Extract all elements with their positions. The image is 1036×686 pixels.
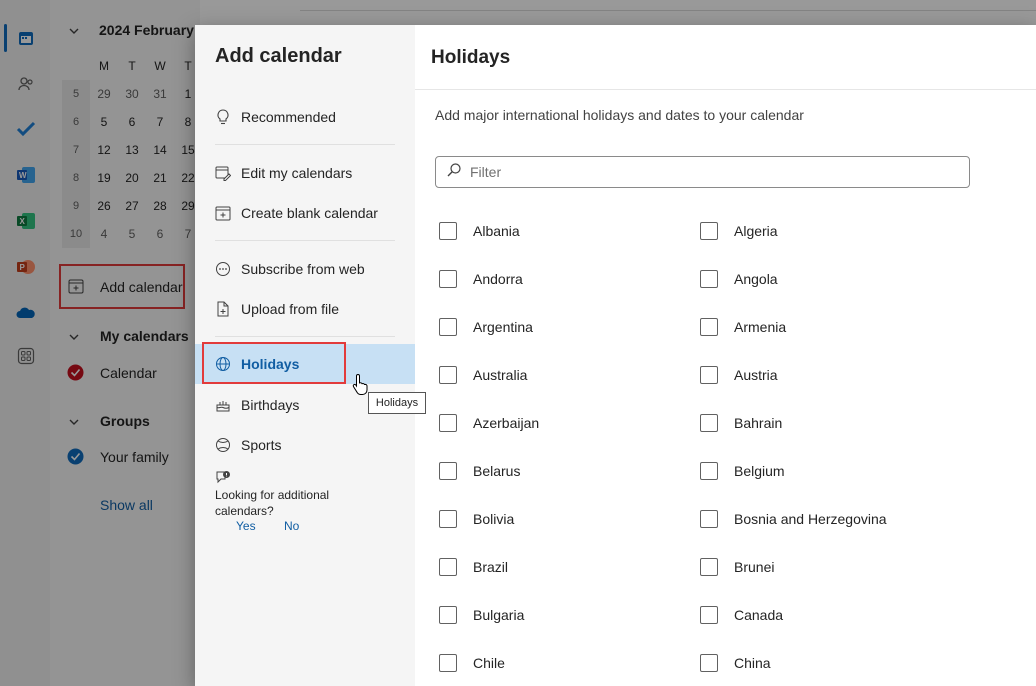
country-label: Argentina <box>473 319 533 335</box>
country-checkbox-item[interactable]: Belgium <box>700 459 785 483</box>
nav-item-sports[interactable]: Sports <box>195 425 415 465</box>
checkbox[interactable] <box>700 462 718 480</box>
country-label: Azerbaijan <box>473 415 540 431</box>
nav-item-label: Recommended <box>241 109 336 125</box>
cake-icon <box>215 397 231 413</box>
country-label: Angola <box>734 271 778 287</box>
sports-ball-icon <box>215 437 231 453</box>
nav-item-recommended[interactable]: Recommended <box>195 97 415 137</box>
checkbox[interactable] <box>439 222 457 240</box>
country-label: Bahrain <box>734 415 783 431</box>
dialog-title: Add calendar <box>215 45 342 67</box>
checkbox[interactable] <box>439 462 457 480</box>
content-title: Holidays <box>431 47 511 68</box>
country-checkbox-item[interactable]: Belarus <box>439 459 520 483</box>
country-checkbox-item[interactable]: Brazil <box>439 555 508 579</box>
add-calendar-dialog: Add calendar Recommended Edit my calenda… <box>195 25 1036 686</box>
holidays-tooltip: Holidays <box>368 392 426 414</box>
checkbox[interactable] <box>700 558 718 576</box>
country-checkbox-item[interactable]: Andorra <box>439 267 523 291</box>
country-checkbox-item[interactable]: Brunei <box>700 555 774 579</box>
nav-divider <box>215 144 395 145</box>
nav-item-upload-file[interactable]: Upload from file <box>195 289 415 329</box>
checkbox[interactable] <box>700 414 718 432</box>
checkbox[interactable] <box>700 222 718 240</box>
feedback-no-link[interactable]: No <box>284 519 299 533</box>
nav-item-create-blank[interactable]: Create blank calendar <box>195 193 415 233</box>
country-label: Armenia <box>734 319 787 335</box>
highlight-box-holidays <box>202 342 346 384</box>
nav-item-label: Create blank calendar <box>241 205 378 221</box>
country-label: Belgium <box>734 463 785 479</box>
checkbox[interactable] <box>700 606 718 624</box>
country-checkbox-item[interactable]: Algeria <box>700 219 778 243</box>
lightbulb-icon <box>215 109 231 125</box>
country-checkbox-item[interactable]: Bulgaria <box>439 603 524 627</box>
filter-field[interactable] <box>435 156 970 188</box>
file-upload-icon <box>215 301 231 317</box>
checkbox[interactable] <box>439 558 457 576</box>
country-label: Chile <box>473 655 505 671</box>
country-checkbox-item[interactable]: Argentina <box>439 315 533 339</box>
country-checkbox-item[interactable]: Bolivia <box>439 507 514 531</box>
country-checkbox-item[interactable]: Armenia <box>700 315 786 339</box>
search-icon <box>446 162 462 183</box>
country-checkbox-item[interactable]: Australia <box>439 363 527 387</box>
checkbox[interactable] <box>700 366 718 384</box>
country-label: Bulgaria <box>473 607 525 623</box>
country-label: Brazil <box>473 559 509 575</box>
hand-cursor-icon <box>352 373 370 400</box>
dialog-nav: Add calendar Recommended Edit my calenda… <box>195 25 415 686</box>
country-label: Bosnia and Herzegovina <box>734 511 887 527</box>
country-label: China <box>734 655 771 671</box>
country-checkbox-item[interactable]: Austria <box>700 363 778 387</box>
country-label: Australia <box>473 367 528 383</box>
feedback-question: Looking for additional calendars? <box>215 488 330 518</box>
country-label: Brunei <box>734 559 775 575</box>
country-checkbox-item[interactable]: Canada <box>700 603 783 627</box>
country-checkbox-item[interactable]: Bosnia and Herzegovina <box>700 507 887 531</box>
nav-item-label: Upload from file <box>241 301 340 317</box>
filter-input[interactable] <box>468 163 952 181</box>
checkbox[interactable] <box>439 366 457 384</box>
content-header: Holidays <box>415 25 1036 90</box>
country-checkbox-item[interactable]: Bahrain <box>700 411 782 435</box>
nav-item-label: Sports <box>241 437 282 453</box>
checkbox[interactable] <box>439 510 457 528</box>
holidays-description: Add major international holidays and dat… <box>435 107 804 123</box>
checkbox[interactable] <box>439 318 457 336</box>
nav-item-label: Birthdays <box>241 397 300 413</box>
country-label: Austria <box>734 367 778 383</box>
checkbox[interactable] <box>700 510 718 528</box>
nav-divider <box>215 240 395 241</box>
add-calendar-icon <box>215 205 231 221</box>
nav-item-edit-my-calendars[interactable]: Edit my calendars <box>195 153 415 193</box>
edit-calendar-icon <box>215 165 231 181</box>
nav-divider <box>215 336 395 337</box>
nav-item-label: Edit my calendars <box>241 165 353 181</box>
country-checkbox-item[interactable]: Albania <box>439 219 520 243</box>
subscribe-icon <box>215 261 231 277</box>
nav-item-subscribe-web[interactable]: Subscribe from web <box>195 249 415 289</box>
nav-item-label: Subscribe from web <box>241 261 365 277</box>
country-checkbox-item[interactable]: Chile <box>439 651 505 675</box>
checkbox[interactable] <box>439 654 457 672</box>
holidays-content: Holidays Add major international holiday… <box>415 25 1036 686</box>
checkbox[interactable] <box>700 270 718 288</box>
checkbox[interactable] <box>439 606 457 624</box>
country-label: Albania <box>473 223 520 239</box>
checkbox[interactable] <box>700 654 718 672</box>
country-label: Bolivia <box>473 511 515 527</box>
feedback-yes-link[interactable]: Yes <box>236 519 256 533</box>
checkbox[interactable] <box>439 270 457 288</box>
country-label: Algeria <box>734 223 778 239</box>
country-checkbox-item[interactable]: China <box>700 651 771 675</box>
country-label: Canada <box>734 607 784 623</box>
country-label: Belarus <box>473 463 521 479</box>
checkbox[interactable] <box>700 318 718 336</box>
country-checkbox-item[interactable]: Azerbaijan <box>439 411 539 435</box>
country-checkbox-item[interactable]: Angola <box>700 267 778 291</box>
checkbox[interactable] <box>439 414 457 432</box>
country-label: Andorra <box>473 271 523 287</box>
